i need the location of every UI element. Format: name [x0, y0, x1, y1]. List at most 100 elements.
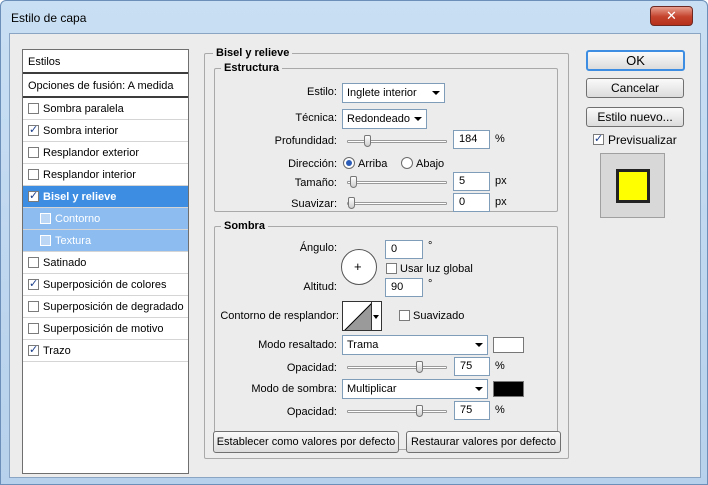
- style-item-checkbox[interactable]: [40, 213, 51, 224]
- title-bar[interactable]: Estilo de capa ✕: [1, 1, 707, 33]
- shadow-mode-select[interactable]: Multiplicar: [342, 379, 488, 399]
- size-unit: px: [495, 175, 507, 187]
- direction-down-radio[interactable]: [401, 157, 413, 169]
- style-item-label: Bisel y relieve: [43, 190, 117, 203]
- styles-list: Estilos Opciones de fusión: A medida Som…: [22, 49, 189, 474]
- global-light-label: Usar luz global: [400, 263, 473, 275]
- cancel-button[interactable]: Cancelar: [586, 78, 684, 98]
- style-item-label: Textura: [55, 234, 92, 247]
- style-item-checkbox[interactable]: [28, 277, 39, 290]
- style-select-value: Inglete interior: [347, 87, 417, 99]
- style-item[interactable]: Superposición de degradado: [23, 296, 188, 318]
- shadow-opacity-slider-thumb[interactable]: [416, 405, 423, 417]
- highlight-opacity-label: Opacidad:: [286, 362, 337, 374]
- size-slider-thumb[interactable]: [350, 176, 357, 188]
- soften-slider[interactable]: [347, 197, 447, 209]
- make-default-button[interactable]: Establecer como valores por defecto: [213, 431, 399, 453]
- dialog-client-area: Estilos Opciones de fusión: A medida Som…: [9, 33, 701, 478]
- highlight-opacity-input[interactable]: 75: [454, 357, 490, 376]
- style-item[interactable]: Sombra paralela: [23, 98, 188, 120]
- style-item-checkbox[interactable]: [28, 301, 39, 312]
- antialiased-checkbox[interactable]: [399, 310, 410, 321]
- style-item-checkbox[interactable]: [28, 323, 39, 334]
- highlight-mode-select[interactable]: Trama: [342, 335, 488, 355]
- soften-slider-thumb[interactable]: [348, 197, 355, 209]
- new-style-button[interactable]: Estilo nuevo...: [586, 107, 684, 127]
- contour-curve-icon: [344, 303, 371, 330]
- blending-options-item[interactable]: Opciones de fusión: A medida: [23, 74, 188, 98]
- depth-slider[interactable]: [347, 135, 447, 147]
- technique-select[interactable]: Redondeado: [342, 109, 427, 129]
- preview-swatch: [616, 169, 650, 203]
- style-item-checkbox[interactable]: [28, 257, 39, 268]
- altitude-input[interactable]: 90: [385, 278, 423, 297]
- style-item[interactable]: Textura: [23, 230, 188, 252]
- style-item-label: Contorno: [55, 212, 101, 225]
- style-item-label: Superposición de degradado: [43, 300, 184, 313]
- reset-default-button[interactable]: Restaurar valores por defecto: [406, 431, 561, 453]
- shadow-opacity-slider[interactable]: [347, 405, 447, 417]
- style-item[interactable]: Resplandor exterior: [23, 142, 188, 164]
- direction-down-label: Abajo: [416, 158, 445, 170]
- style-item-checkbox[interactable]: [28, 103, 39, 114]
- soften-input[interactable]: 0: [453, 193, 490, 212]
- shadow-opacity-input[interactable]: 75: [454, 401, 490, 420]
- style-item[interactable]: Trazo: [23, 340, 188, 362]
- gloss-contour-picker[interactable]: [342, 301, 372, 331]
- chevron-down-icon[interactable]: [372, 301, 382, 331]
- bevel-emboss-title: Bisel y relieve: [213, 47, 293, 59]
- antialiased-label: Suavizado: [413, 310, 465, 322]
- close-button[interactable]: ✕: [650, 6, 693, 26]
- shading-title: Sombra: [221, 220, 268, 232]
- shading-group: Sombra Ángulo: 0 ° Usar luz global Altit…: [214, 220, 558, 450]
- style-select[interactable]: Inglete interior: [342, 83, 445, 103]
- technique-select-value: Redondeado: [347, 113, 411, 125]
- style-item-checkbox[interactable]: [28, 169, 39, 180]
- style-item[interactable]: Sombra interior: [23, 120, 188, 142]
- style-item-checkbox[interactable]: [40, 235, 51, 246]
- size-input[interactable]: 5: [453, 172, 490, 191]
- highlight-opacity-slider-thumb[interactable]: [416, 361, 423, 373]
- angle-label: Ángulo:: [299, 242, 337, 254]
- style-item[interactable]: Resplandor interior: [23, 164, 188, 186]
- soften-unit: px: [495, 196, 507, 208]
- size-slider[interactable]: [347, 176, 447, 188]
- styles-header[interactable]: Estilos: [23, 50, 188, 74]
- highlight-opacity-slider[interactable]: [347, 361, 447, 373]
- direction-label: Dirección:: [288, 158, 337, 170]
- style-label: Estilo:: [307, 86, 337, 98]
- ok-button[interactable]: OK: [586, 50, 685, 71]
- shadow-color-swatch[interactable]: [493, 381, 524, 397]
- style-item[interactable]: Satinado: [23, 252, 188, 274]
- style-item[interactable]: Bisel y relieve: [23, 186, 188, 208]
- style-item-label: Superposición de motivo: [43, 322, 164, 335]
- shadow-opacity-unit: %: [495, 404, 505, 416]
- style-item-checkbox[interactable]: [28, 343, 39, 356]
- highlight-color-swatch[interactable]: [493, 337, 524, 353]
- size-label: Tamaño:: [294, 177, 337, 189]
- style-item-checkbox[interactable]: [28, 189, 39, 202]
- angle-input[interactable]: 0: [385, 240, 423, 259]
- angle-dial[interactable]: [341, 249, 377, 285]
- preview-label: Previsualizar: [608, 133, 677, 147]
- style-item-label: Sombra interior: [43, 124, 119, 137]
- style-item-checkbox[interactable]: [28, 123, 39, 136]
- chevron-down-icon: [475, 343, 483, 347]
- global-light-checkbox[interactable]: [386, 263, 397, 274]
- style-item[interactable]: Superposición de colores: [23, 274, 188, 296]
- direction-up-radio[interactable]: [343, 157, 355, 169]
- shadow-mode-label: Modo de sombra:: [251, 383, 337, 395]
- preview-checkbox[interactable]: [593, 132, 604, 145]
- style-item-label: Superposición de colores: [43, 278, 167, 291]
- altitude-unit: °: [428, 278, 433, 290]
- style-item-label: Sombra paralela: [43, 102, 124, 115]
- highlight-mode-value: Trama: [347, 339, 379, 351]
- highlight-mode-label: Modo resaltado:: [258, 339, 337, 351]
- depth-input[interactable]: 184: [453, 130, 490, 149]
- style-item[interactable]: Superposición de motivo: [23, 318, 188, 340]
- depth-slider-thumb[interactable]: [364, 135, 371, 147]
- shadow-opacity-label: Opacidad:: [286, 406, 337, 418]
- style-item[interactable]: Contorno: [23, 208, 188, 230]
- angle-unit: °: [428, 240, 433, 252]
- style-item-checkbox[interactable]: [28, 147, 39, 158]
